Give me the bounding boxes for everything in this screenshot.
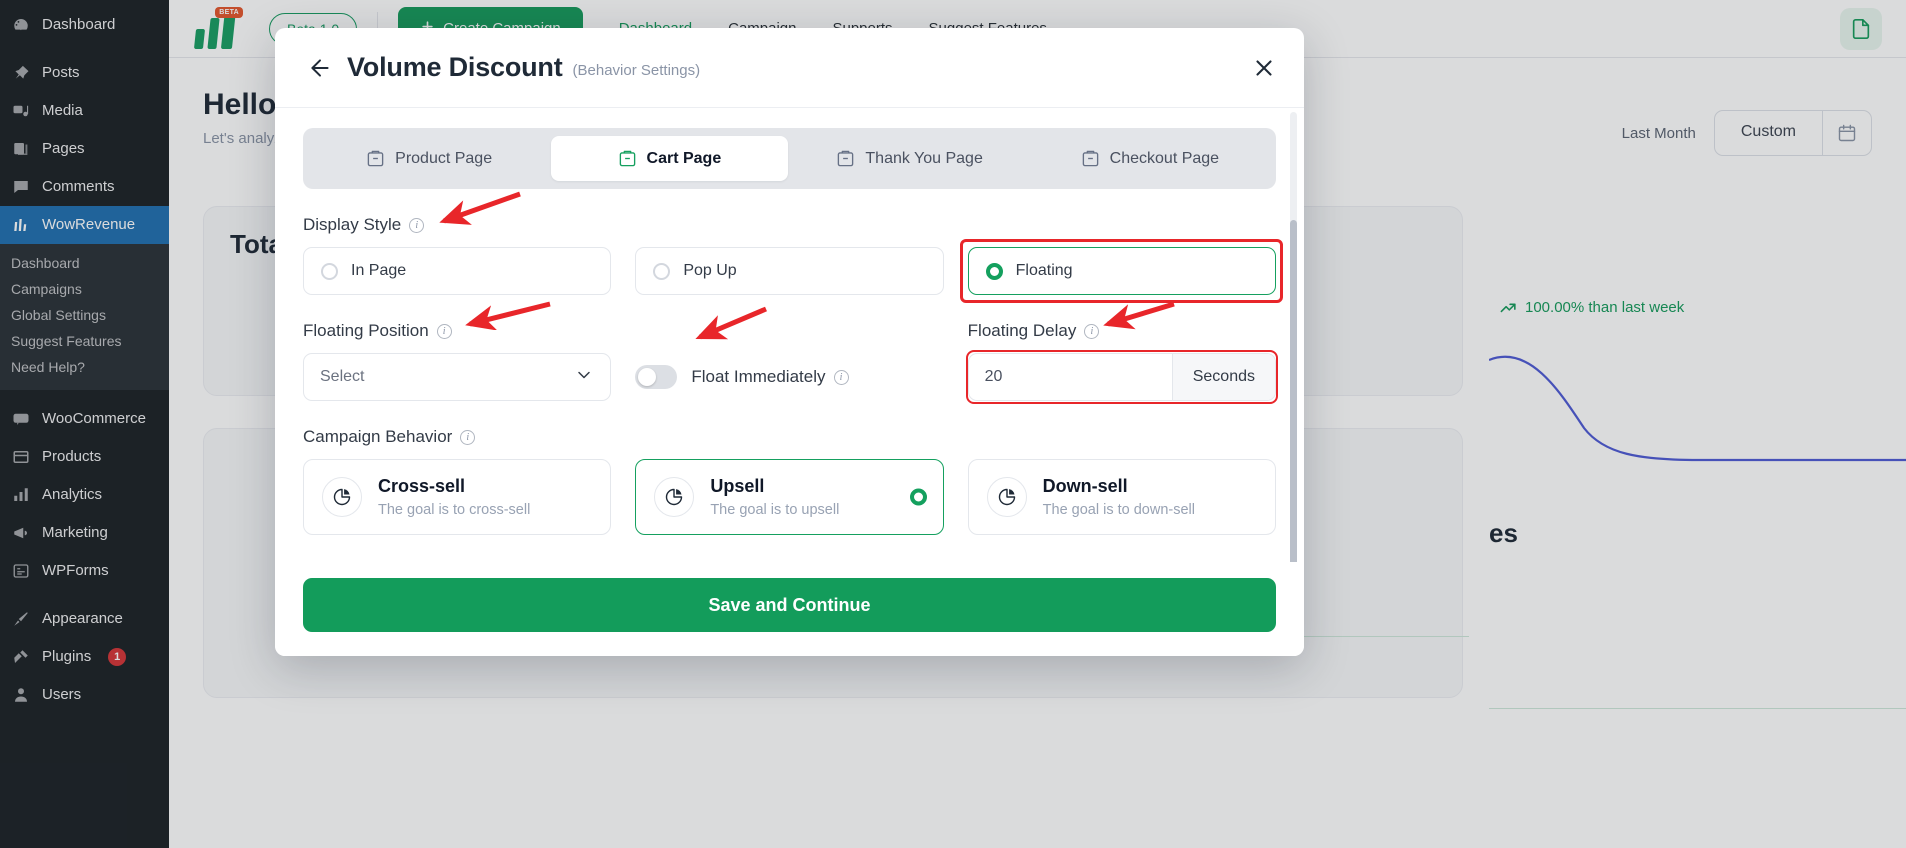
display-style-label: Display Style i (303, 215, 1276, 235)
modal-subtitle: (Behavior Settings) (572, 62, 701, 79)
modal-scrollbar-thumb[interactable] (1290, 220, 1297, 562)
display-style-in-page[interactable]: In Page (303, 247, 612, 295)
display-style-col-2: Pop Up (635, 247, 944, 295)
float-immediately-text: Float Immediately (691, 367, 826, 386)
modal-body: Product Page Cart Page Thank You Page Ch… (275, 108, 1304, 562)
behavior-title: Cross-sell (378, 476, 466, 496)
option-label: Floating (1015, 262, 1073, 279)
floating-settings-row: Floating Position i Select Float Immedia… (303, 321, 1278, 404)
radio-icon-selected (985, 262, 1003, 280)
campaign-behavior-options: Cross-sell The goal is to cross-sell Ups… (303, 459, 1276, 535)
page-icon (836, 149, 855, 168)
floating-position-select[interactable]: Select (303, 353, 612, 401)
behavior-card-cross-sell[interactable]: Cross-sell The goal is to cross-sell (303, 459, 612, 535)
page-type-tabs: Product Page Cart Page Thank You Page Ch… (303, 128, 1276, 189)
pie-chart-icon (986, 476, 1027, 517)
floating-position-text: Floating Position (303, 321, 429, 340)
behavior-card-text: Upsell The goal is to upsell (710, 476, 839, 518)
radio-icon (321, 262, 338, 280)
display-style-options: In Page Pop Up Floating (303, 239, 1283, 303)
select-value: Select (320, 368, 365, 385)
info-icon[interactable]: i (1084, 323, 1100, 339)
info-icon[interactable]: i (460, 429, 476, 445)
back-arrow-icon[interactable] (303, 51, 337, 85)
floating-delay-col: Floating Delay i 20 Seconds (965, 321, 1278, 404)
behavior-radio-selected (909, 488, 927, 506)
tab-thank-you-page[interactable]: Thank You Page (792, 136, 1028, 181)
floating-delay-text: Floating Delay (967, 321, 1077, 340)
float-immediately-row[interactable]: Float Immediately i (635, 353, 943, 401)
modal-header: Volume Discount (Behavior Settings) (275, 28, 1304, 108)
info-icon[interactable]: i (833, 369, 849, 385)
modal-footer: Save and Continue (275, 562, 1304, 656)
floating-delay-wrap: 20 Seconds (965, 350, 1278, 404)
radio-icon (653, 262, 671, 280)
display-style-text: Display Style (303, 215, 402, 234)
tab-label: Checkout Page (1109, 149, 1220, 167)
modal-title: Volume Discount (347, 52, 563, 82)
pie-chart-icon (322, 476, 362, 517)
page-icon (1081, 149, 1100, 168)
behavior-card-upsell[interactable]: Upsell The goal is to upsell (635, 459, 944, 535)
floating-delay-label: Floating Delay i (968, 321, 1276, 341)
display-style-floating[interactable]: Floating (967, 247, 1276, 295)
floating-delay-input[interactable]: 20 (969, 354, 1172, 400)
floating-position-label: Floating Position i (303, 321, 611, 341)
campaign-behavior-text: Campaign Behavior (303, 427, 453, 446)
float-immediately-toggle[interactable] (635, 365, 678, 389)
tab-cart-page[interactable]: Cart Page (551, 136, 788, 181)
display-style-col-1: In Page (303, 247, 612, 295)
tab-label: Cart Page (646, 149, 722, 167)
behavior-title: Down-sell (1042, 476, 1128, 496)
floating-delay-unit: Seconds (1171, 354, 1275, 400)
save-and-continue-button[interactable]: Save and Continue (303, 578, 1276, 632)
tab-product-page[interactable]: Product Page (311, 136, 547, 181)
behavior-subtitle: The goal is to cross-sell (378, 501, 531, 518)
pie-chart-icon (654, 476, 695, 517)
behavior-subtitle: The goal is to upsell (710, 501, 840, 518)
page-icon (366, 149, 385, 168)
option-label: In Page (351, 262, 407, 279)
page-icon (618, 149, 637, 168)
display-style-col-3: Floating (959, 239, 1283, 303)
float-immediately-col: Float Immediately i (635, 321, 943, 401)
float-immediately-label: Float Immediately i (691, 367, 849, 387)
behavior-settings-modal: Volume Discount (Behavior Settings) Prod… (275, 28, 1304, 656)
info-icon[interactable]: i (409, 217, 425, 233)
tab-label: Thank You Page (865, 149, 983, 167)
behavior-title: Upsell (710, 476, 765, 496)
option-label: Pop Up (683, 262, 737, 279)
behavior-subtitle: The goal is to down-sell (1042, 501, 1195, 518)
tab-label: Product Page (395, 149, 493, 167)
chevron-down-icon (574, 365, 594, 390)
behavior-card-text: Cross-sell The goal is to cross-sell (378, 476, 530, 518)
display-style-pop-up[interactable]: Pop Up (635, 247, 944, 295)
behavior-card-down-sell[interactable]: Down-sell The goal is to down-sell (967, 459, 1276, 535)
close-icon[interactable] (1246, 50, 1282, 86)
campaign-behavior-label: Campaign Behavior i (303, 427, 1276, 447)
floating-delay-group: 20 Seconds (967, 353, 1276, 401)
behavior-card-text: Down-sell The goal is to down-sell (1043, 476, 1195, 518)
floating-position-col: Floating Position i Select (303, 321, 612, 401)
floating-option-wrap: Floating (959, 239, 1283, 303)
screen-root: BETA Beta 1.0 Create Campaign Dashboard … (0, 0, 1906, 848)
tab-checkout-page[interactable]: Checkout Page (1032, 136, 1268, 181)
info-icon[interactable]: i (436, 323, 452, 339)
